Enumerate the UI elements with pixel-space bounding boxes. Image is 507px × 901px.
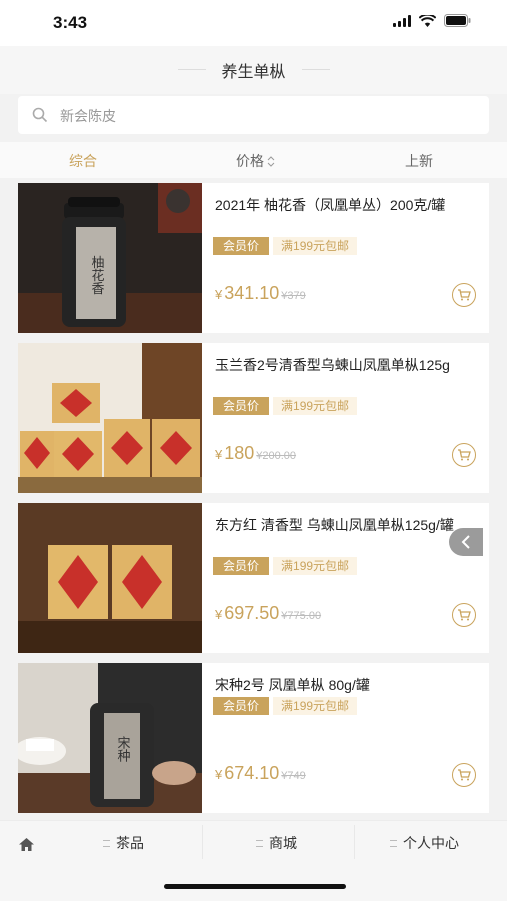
sort-updown-icon: [267, 155, 275, 167]
product-image-label: 柚花香: [89, 256, 105, 296]
product-price: ¥ 697.50 ¥775.00: [215, 603, 321, 624]
add-to-cart-button[interactable]: [452, 283, 476, 307]
sort-tab-price-label: 价格: [236, 153, 264, 169]
battery-icon: [444, 14, 471, 27]
signal-icon: [393, 14, 411, 27]
free-shipping-tag: 满199元包邮: [273, 557, 358, 575]
price-original: ¥749: [281, 770, 306, 782]
product-name: 东方红 清香型 乌蝀山凤凰单枞125g/罐: [215, 517, 454, 533]
price-current: 697.50: [224, 603, 280, 623]
cart-icon: [458, 609, 471, 621]
tab-home[interactable]: [18, 837, 35, 852]
search-input[interactable]: 新会陈皮: [60, 106, 116, 126]
status-bar: 3:43: [0, 0, 507, 46]
add-to-cart-button[interactable]: [452, 443, 476, 467]
status-time: 3:43: [53, 13, 88, 32]
status-icons: [393, 14, 471, 27]
side-collapse-button[interactable]: [449, 528, 483, 556]
menu-icon: [256, 839, 263, 847]
product-image: 宋种: [18, 663, 202, 813]
tab-profile-label: 个人中心: [403, 835, 459, 851]
menu-icon: [390, 839, 397, 847]
product-tags: 会员价 满199元包邮: [213, 557, 358, 575]
price-original: ¥379: [281, 290, 306, 302]
product-name: 玉兰香2号清香型乌蝀山凤凰单枞125g: [215, 357, 450, 373]
search-icon: [32, 107, 48, 128]
price-current: 674.10: [224, 763, 280, 783]
add-to-cart-button[interactable]: [452, 603, 476, 627]
product-card[interactable]: 东方红 清香型 乌蝀山凤凰单枞125g/罐 会员价 满199元包邮 ¥ 697.…: [18, 503, 489, 653]
tab-mall[interactable]: 商城: [256, 833, 297, 853]
chevron-left-icon: [461, 535, 470, 549]
member-price-tag: 会员价: [213, 397, 270, 415]
tab-divider: [202, 825, 203, 859]
product-tags: 会员价 满199元包邮: [213, 697, 358, 715]
tab-mall-label: 商城: [269, 835, 297, 851]
cart-icon: [458, 289, 471, 301]
menu-icon: [103, 839, 110, 847]
free-shipping-tag: 满199元包邮: [273, 237, 358, 255]
home-icon: [19, 838, 34, 851]
price-currency: ¥: [215, 767, 223, 782]
sort-tab-new[interactable]: 上新: [405, 151, 433, 171]
product-price: ¥ 180 ¥200.00: [215, 443, 296, 464]
product-card[interactable]: 玉兰香2号清香型乌蝀山凤凰单枞125g 会员价 满199元包邮 ¥ 180 ¥2…: [18, 343, 489, 493]
add-to-cart-button[interactable]: [452, 763, 476, 787]
sort-tab-price[interactable]: 价格: [236, 151, 275, 171]
product-image: [18, 503, 202, 653]
nav-bar: 养生单枞: [0, 46, 507, 94]
tab-divider: [354, 825, 355, 859]
member-price-tag: 会员价: [213, 237, 270, 255]
product-name: 宋种2号 凤凰单枞 80g/罐: [215, 677, 370, 693]
sort-tab-default[interactable]: 综合: [69, 151, 97, 171]
tab-tea-label: 茶品: [116, 835, 144, 851]
title-divider-right: [302, 69, 330, 70]
price-current: 341.10: [224, 283, 280, 303]
free-shipping-tag: 满199元包邮: [273, 697, 358, 715]
page-title: 养生单枞: [221, 64, 286, 81]
product-card[interactable]: 宋种 宋种2号 凤凰单枞 80g/罐 会员价 满199元包邮 ¥ 674.10 …: [18, 663, 489, 813]
price-currency: ¥: [215, 287, 223, 302]
product-tags: 会员价 满199元包邮: [213, 237, 358, 255]
member-price-tag: 会员价: [213, 557, 270, 575]
free-shipping-tag: 满199元包邮: [273, 397, 358, 415]
home-indicator: [164, 884, 346, 889]
cart-icon: [458, 769, 471, 781]
product-price: ¥ 341.10 ¥379: [215, 283, 306, 304]
product-image-label: 宋种: [115, 736, 131, 762]
wifi-icon: [419, 14, 436, 27]
product-card[interactable]: 柚花香 2021年 柚花香（凤凰单丛）200克/罐 会员价 满199元包邮 ¥ …: [18, 183, 489, 333]
member-price-tag: 会员价: [213, 697, 270, 715]
price-currency: ¥: [215, 447, 223, 462]
price-current: 180: [224, 443, 255, 463]
product-image: [18, 343, 202, 493]
cart-icon: [458, 449, 471, 461]
price-currency: ¥: [215, 607, 223, 622]
price-original: ¥775.00: [281, 610, 322, 622]
tab-tea[interactable]: 茶品: [103, 833, 144, 853]
price-original: ¥200.00: [256, 450, 297, 462]
product-tags: 会员价 满199元包邮: [213, 397, 358, 415]
tab-profile[interactable]: 个人中心: [390, 833, 459, 853]
product-price: ¥ 674.10 ¥749: [215, 763, 306, 784]
search-box[interactable]: 新会陈皮: [18, 96, 489, 134]
sort-bar: 综合 价格 上新: [0, 142, 507, 178]
product-name: 2021年 柚花香（凤凰单丛）200克/罐: [215, 197, 446, 213]
product-image: 柚花香: [18, 183, 202, 333]
